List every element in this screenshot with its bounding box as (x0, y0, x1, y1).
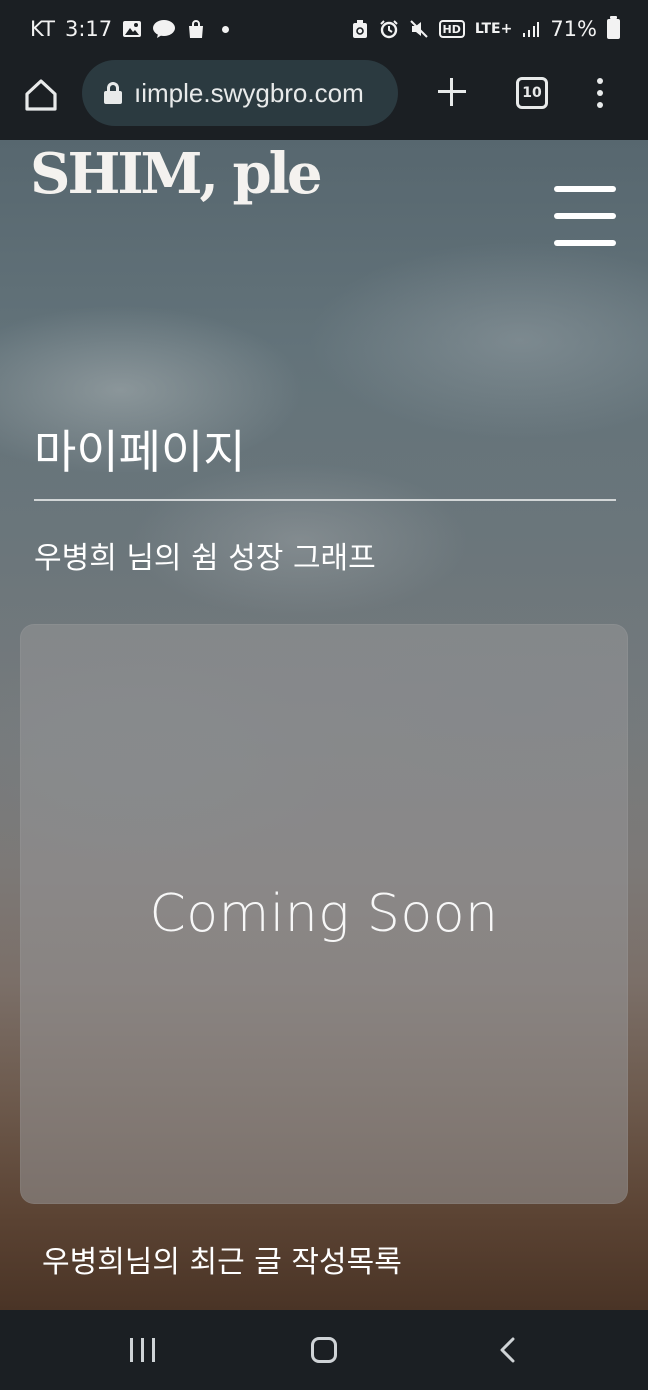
notification-dot-icon (222, 25, 230, 33)
page-title: 마이페이지 (34, 425, 246, 479)
hamburger-menu-icon[interactable] (554, 186, 616, 248)
hd-icon: HD (438, 20, 465, 38)
title-divider (34, 499, 616, 501)
browser-toolbar: ıimple.swygbro.com 10 (0, 58, 648, 140)
recent-apps-icon[interactable] (130, 1338, 156, 1362)
coming-soon-label: Coming Soon (149, 884, 499, 944)
growth-graph-card: Coming Soon (20, 624, 628, 1204)
carrier-label: KT (30, 17, 55, 41)
alarm-icon (379, 19, 399, 39)
address-bar[interactable]: ıimple.swygbro.com (82, 60, 398, 126)
system-nav-bar (0, 1310, 648, 1390)
browser-menu-button[interactable] (596, 78, 604, 108)
mute-icon (409, 19, 429, 39)
recycle-icon (351, 19, 369, 39)
back-icon[interactable] (496, 1337, 522, 1363)
gallery-icon (122, 20, 142, 38)
tab-count: 10 (522, 85, 542, 101)
battery-percent: 71% (550, 17, 597, 41)
home-icon (25, 79, 57, 111)
home-nav-icon[interactable] (311, 1337, 337, 1363)
clock: 3:17 (64, 17, 113, 41)
site-logo[interactable]: SHIM, ple (30, 142, 323, 206)
web-page: SHIM, ple 마이페이지 우병희 님의 쉼 성장 그래프 Coming S… (0, 140, 648, 1310)
graph-heading: 우병희 님의 쉼 성장 그래프 (34, 541, 376, 576)
talk-icon (152, 19, 176, 39)
new-tab-button[interactable] (436, 76, 468, 108)
status-left: KT 3:17 (30, 17, 230, 41)
lock-icon (104, 82, 122, 104)
status-right: HD LTE+ 71% (351, 16, 620, 41)
url-text: ıimple.swygbro.com (134, 77, 364, 108)
lte-plus-icon: LTE+ (474, 21, 513, 37)
signal-icon (522, 20, 540, 38)
home-button[interactable] (22, 76, 60, 114)
tab-switcher-button[interactable]: 10 (516, 77, 548, 109)
battery-icon (607, 16, 620, 39)
status-bar: KT 3:17 HD LTE+ 71% (0, 0, 648, 58)
shopping-bag-icon (186, 19, 206, 39)
recent-posts-heading: 우병희님의 최근 글 작성목록 (42, 1245, 402, 1280)
